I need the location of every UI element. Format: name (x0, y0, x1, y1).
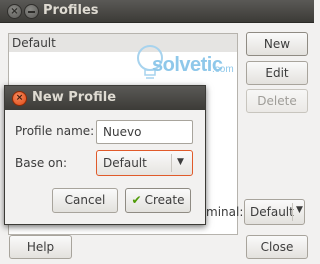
create-button-label: Create (144, 193, 185, 207)
profile-name-input[interactable]: Nuevo (96, 120, 193, 144)
terminal-label: minal: (206, 205, 244, 219)
base-on-label: Base on: (15, 156, 68, 170)
chevron-down-icon: ▼ (296, 205, 303, 215)
dialog-close-icon[interactable]: × (12, 91, 27, 106)
delete-button[interactable]: Delete (246, 89, 308, 113)
base-on-select[interactable]: Default ▼ (96, 150, 193, 176)
new-profile-dialog: × New Profile Profile name: Nuevo Base o… (4, 85, 206, 225)
window-title: Profiles (43, 3, 99, 18)
profile-name-label: Profile name: (15, 124, 95, 138)
create-button[interactable]: ✔ Create (125, 188, 191, 213)
window-close-icon[interactable]: × (7, 4, 22, 19)
close-button[interactable]: Close (246, 235, 308, 259)
edit-button[interactable]: Edit (246, 61, 308, 85)
terminal-profile-value: Default (250, 205, 294, 219)
dialog-title: New Profile (32, 90, 117, 105)
window-minimize-icon[interactable] (24, 4, 39, 19)
help-button[interactable]: Help (9, 235, 72, 259)
watermark-suffix: .com (212, 64, 234, 75)
chevron-down-icon: ▼ (177, 157, 184, 167)
solvetic-watermark: solvetic .com (128, 40, 238, 86)
terminal-profile-select[interactable]: Default ▼ (244, 199, 305, 225)
checkmark-icon: ✔ (131, 193, 142, 207)
dialog-titlebar: × New Profile (5, 86, 205, 110)
base-on-value: Default (103, 156, 147, 170)
combo-separator (292, 203, 293, 221)
window-titlebar: × Profiles (0, 0, 314, 23)
cancel-button[interactable]: Cancel (52, 188, 118, 213)
new-button[interactable]: New (246, 32, 308, 56)
combo-separator (171, 154, 172, 172)
